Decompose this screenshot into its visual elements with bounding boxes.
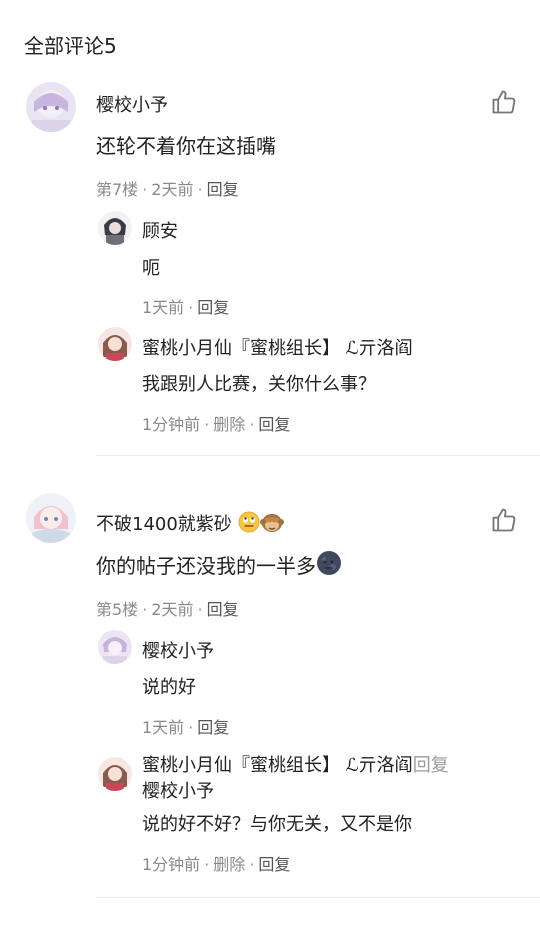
time-label: 1分钟前	[142, 415, 201, 434]
avatar[interactable]	[26, 493, 76, 543]
reply-button[interactable]: 回复	[258, 855, 290, 874]
reply-author[interactable]: 樱校小予	[142, 637, 214, 663]
divider	[96, 897, 540, 898]
thumb-up-icon[interactable]	[490, 506, 518, 534]
rolling-eyes-emoji	[238, 511, 260, 538]
reply-meta: 1天前 · 回复	[142, 718, 230, 737]
delete-button[interactable]: 删除	[213, 855, 245, 874]
reply-target-user[interactable]: 樱校小予	[142, 777, 214, 803]
floor-label: 第7楼	[96, 180, 139, 199]
avatar-image	[26, 82, 76, 132]
reply-button[interactable]: 回复	[197, 298, 229, 317]
time-label: 1天前	[142, 298, 185, 317]
comment-text-body: 你的帖子还没我的一半多	[96, 554, 316, 578]
reply-to-label: 回复	[412, 755, 449, 776]
reply-text: 呃	[142, 258, 160, 279]
time-label: 1天前	[142, 718, 185, 737]
time-label: 2天前	[151, 600, 194, 619]
reply-button[interactable]: 回复	[207, 600, 239, 619]
reply-button[interactable]: 回复	[207, 180, 239, 199]
new-moon-face-emoji	[316, 550, 342, 581]
reply-author[interactable]: 蜜桃小月仙『蜜桃组长】 ℒ亓洛阎	[142, 755, 413, 776]
avatar[interactable]	[98, 757, 132, 791]
divider	[96, 455, 540, 456]
time-label: 1分钟前	[142, 855, 201, 874]
time-label: 2天前	[151, 180, 194, 199]
reply-meta: 1分钟前 · 删除 · 回复	[142, 415, 291, 434]
delete-button[interactable]: 删除	[213, 415, 245, 434]
reply-button[interactable]: 回复	[197, 718, 229, 737]
reply-header: 蜜桃小月仙『蜜桃组长】 ℒ亓洛阎回复	[142, 751, 449, 777]
reply-text: 我跟别人比赛，关你什么事？	[142, 374, 376, 395]
avatar[interactable]	[98, 630, 132, 664]
avatar[interactable]	[98, 211, 132, 245]
comment-author[interactable]: 樱校小予	[96, 91, 168, 117]
reply-meta: 1分钟前 · 删除 · 回复	[142, 855, 291, 874]
page-title: 全部评论5	[24, 34, 117, 58]
comment-author[interactable]: 不破1400就紫砂	[96, 510, 284, 538]
reply-author[interactable]: 蜜桃小月仙『蜜桃组长】 ℒ亓洛阎	[142, 334, 413, 360]
comment-meta: 第5楼 · 2天前 · 回复	[96, 600, 239, 619]
reply-author[interactable]: 顾安	[142, 217, 178, 243]
reply-text: 说的好	[142, 677, 196, 698]
see-no-evil-monkey-emoji	[259, 511, 284, 538]
comment-meta: 第7楼 · 2天前 · 回复	[96, 180, 239, 199]
avatar[interactable]	[26, 82, 76, 132]
reply-meta: 1天前 · 回复	[142, 298, 230, 317]
comment-text: 你的帖子还没我的一半多	[96, 550, 342, 581]
reply-text: 说的好不好？与你无关，又不是你	[142, 814, 412, 835]
avatar[interactable]	[98, 327, 132, 361]
comment-text: 还轮不着你在这插嘴	[96, 134, 276, 158]
reply-button[interactable]: 回复	[258, 415, 290, 434]
thumb-up-icon[interactable]	[490, 88, 518, 116]
floor-label: 第5楼	[96, 600, 139, 619]
comment-author-name: 不破1400就紫砂	[96, 514, 232, 535]
